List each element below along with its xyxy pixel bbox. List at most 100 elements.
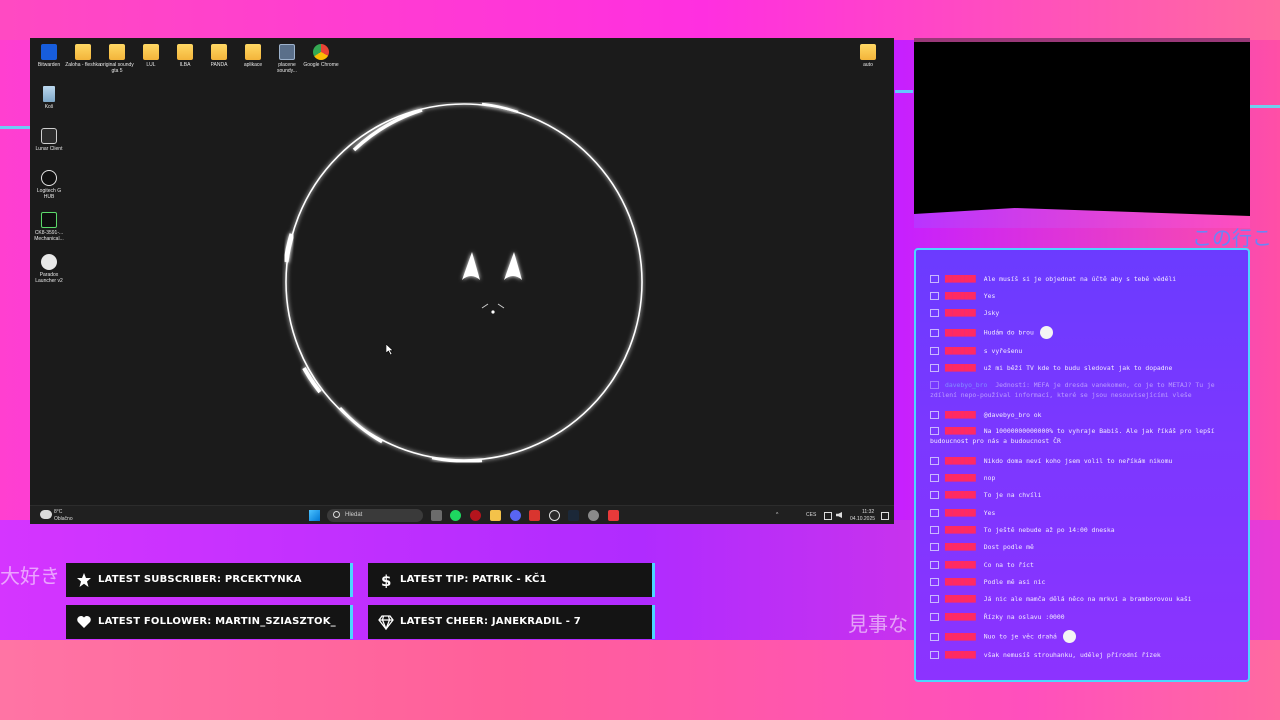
chat-username[interactable]: ████████ [945,364,976,372]
chat-badge-icon [930,578,939,586]
chat-username[interactable]: ████████ [945,578,976,586]
streamlabs-icon[interactable] [608,510,619,521]
desktop-icon-lul[interactable]: LUL [133,44,169,68]
weather-temp[interactable]: 8°C [54,509,62,515]
desktop-icon-keyboard-app[interactable]: CK8-3591-... Mechanical... [31,212,67,242]
chat-message: ████████ Ale musíš si je objednat na účtě… [930,274,1236,284]
chat-message-text: Yes [983,509,996,517]
chrome-icon [313,44,329,60]
clock-time[interactable]: 11:32 [862,509,874,515]
chat-badge-icon [930,632,939,641]
chat-username[interactable]: ████████ [945,329,976,337]
heart-icon [77,616,91,628]
folder-icon [109,44,125,60]
chat-username[interactable]: ████████ [945,491,976,499]
desktop-icon-zaloha[interactable]: Zaloha - fleshka [65,44,101,68]
star-icon [77,573,91,587]
desktop-screen: Bitwarden Zaloha - fleshka original soun… [30,38,894,524]
chat-message: ████████ Hudám do brou [930,326,1236,339]
chat-message-text: To je na chvíli [983,491,1042,499]
folder-icon [143,44,159,60]
language-indicator[interactable]: CES [806,512,816,518]
chat-username[interactable]: ████████ [945,292,976,300]
desktop-icon-chrome[interactable]: Google Chrome [303,44,339,68]
taskbar: 8°C Oblačno Hledat ^ CES 11:32 04.10.202… [30,505,894,524]
discord-icon[interactable] [510,510,521,521]
chat-message: ████████ @davebyo_bro ok [930,410,1236,420]
desktop-icon-logitech[interactable]: Logitech G HUB [31,170,67,200]
chat-username[interactable]: ████████ [945,275,976,283]
chat-message-text: Jsky [983,309,1000,317]
webcam-area [914,38,1250,218]
chat-username[interactable]: ████████ [945,509,976,517]
paradox-icon [41,254,57,270]
chat-username[interactable]: ████████ [945,309,976,317]
chat-username[interactable]: ████████ [945,457,976,465]
chat-badge-icon [930,411,939,419]
chat-message: ████████ nop [930,473,1236,483]
taskbar-search[interactable]: Hledat [327,509,423,522]
file-explorer-icon[interactable] [490,510,501,521]
notification-icon[interactable] [881,512,889,520]
chat-message-text: Hudám do brou [983,328,1034,337]
chat-badge-icon [930,491,939,499]
app-icon[interactable] [529,510,540,521]
desktop-icon-panda[interactable]: PANDA [201,44,237,68]
latest-tip-label: LATEST TIP: PATRIK - KČ1 [400,574,547,585]
chat-message-text: s vyřešenu [983,347,1023,355]
weather-desc[interactable]: Oblačno [54,516,73,522]
emote-icon [1062,630,1076,643]
search-icon [333,510,340,518]
chat-badge-icon [930,328,939,337]
chat-username[interactable]: ████████ [945,526,976,534]
keyboard-app-icon [41,212,57,228]
settings-gear-icon[interactable] [588,510,599,521]
desktop-icon-auto[interactable]: auto [850,44,886,68]
mouse-cursor-icon [386,344,394,355]
chat-message: ████████ Nikdo doma neví koho jsem volil … [930,456,1236,466]
obs-icon[interactable] [549,510,560,521]
bitwarden-icon [41,44,57,60]
desktop-icon-paradox[interactable]: Paradox Launcher v2 [31,254,67,284]
recycle-bin-icon [43,86,55,102]
chat-message-text: Co na to říct [983,561,1034,569]
task-view-icon[interactable] [431,510,442,521]
chat-badge-icon [930,347,939,355]
latest-cheer-box: LATEST CHEER: JANEKRADIL - 7 [368,605,655,639]
chat-badge-icon [930,613,939,621]
desktop-icon-original-soundy[interactable]: original soundy gta 5 [99,44,135,74]
chat-username[interactable]: ████████ [945,543,976,551]
desktop-icon-placene-soundy[interactable]: placene soundy... [269,44,305,74]
chat-username[interactable]: ████████ [945,474,976,482]
spotify-icon[interactable] [450,510,461,521]
steam-icon[interactable] [568,510,579,521]
opera-icon[interactable] [470,510,481,521]
chat-username[interactable]: ████████ [945,561,976,569]
video-file-icon [279,44,295,60]
chat-username[interactable]: ████████ [945,411,976,419]
chat-message: ████████ Řízky na oslavu :0000 [930,612,1236,622]
network-icon[interactable] [824,512,832,520]
desktop-icon-ilba[interactable]: ILBA [167,44,203,68]
volume-icon[interactable] [836,512,842,518]
desktop-icon-recycle-bin[interactable]: Koš [31,86,67,110]
clock-date[interactable]: 04.10.2025 [850,516,875,522]
chat-message: ████████ Yes [930,291,1236,301]
desktop-icon-aplikace[interactable]: aplikace [235,44,271,68]
chat-username[interactable]: ████████ [945,595,976,603]
chat-username[interactable]: ████████ [945,633,976,641]
chat-message-text: však nemusíš strouhanku, udělej přírodní… [983,651,1161,659]
chat-username[interactable]: ████████ [945,347,976,355]
chat-username[interactable]: ████████ [945,651,976,659]
latest-follower-label: LATEST FOLLOWER: MARTIN_SZIASZTOK_ [98,616,336,627]
folder-icon [860,44,876,60]
desktop-icon-bitwarden[interactable]: Bitwarden [31,44,67,68]
tray-chevron-up-icon[interactable]: ^ [776,512,778,518]
chat-message-text: Já nic ale mamča dělá něco na mrkvi a br… [983,595,1192,603]
chat-username[interactable]: davebyo_bro [945,381,987,389]
chat-username[interactable]: ████████ [945,427,976,435]
desktop-icon-lunar-client[interactable]: Lunar Client [31,128,67,152]
chat-message-text: Ale musíš si je objednat na účtě aby s t… [983,275,1177,283]
windows-start-icon[interactable] [309,510,320,521]
chat-username[interactable]: ████████ [945,613,976,621]
